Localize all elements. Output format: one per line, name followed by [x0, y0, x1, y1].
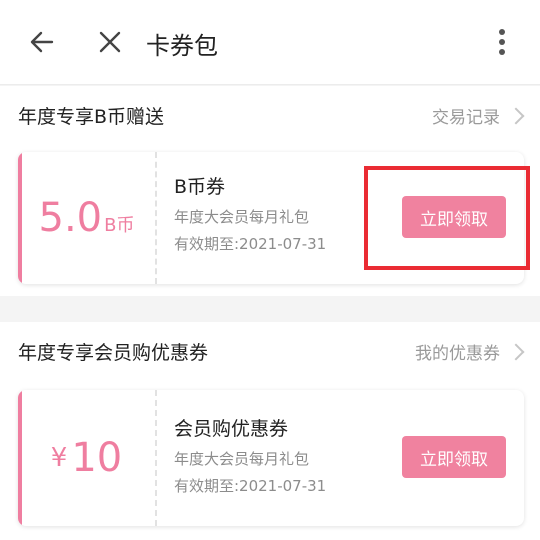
my-coupons-link[interactable]: 我的优惠券: [415, 339, 525, 364]
back-button[interactable]: [22, 22, 62, 62]
more-vertical-icon: [499, 29, 505, 55]
dashed-divider: [155, 152, 157, 284]
chevron-right-icon: [507, 343, 525, 360]
top-bar: 卡券包: [0, 0, 540, 85]
currency-symbol: ¥: [50, 443, 68, 473]
coupon-description: 年度大会员每月礼包: [174, 450, 310, 468]
coupon-amount: ¥ 10: [18, 390, 155, 526]
link-label: 交易记录: [432, 108, 500, 128]
link-label: 我的优惠券: [415, 344, 500, 364]
chevron-right-icon: [507, 107, 525, 124]
section-title: 年度专享B币赠送: [18, 106, 165, 128]
section-member-coupon: 年度专享会员购优惠券 我的优惠券 ¥ 10 会员购优惠券 年度大会员每月礼包 有…: [0, 322, 540, 540]
close-icon: [99, 31, 121, 53]
coupon-info: 会员购优惠券 年度大会员每月礼包 有效期至:2021-07-31: [174, 414, 326, 496]
close-button[interactable]: [90, 22, 130, 62]
coupon-expiry: 有效期至:2021-07-31: [174, 235, 327, 253]
coupon-name: B币券: [174, 176, 226, 198]
transaction-history-link[interactable]: 交易记录: [432, 103, 525, 128]
arrow-left-icon: [30, 31, 54, 53]
coupon-amount: 5.0 B币: [18, 152, 155, 284]
amount-value: 10: [71, 435, 123, 481]
coupon-expiry: 有效期至:2021-07-31: [174, 477, 327, 495]
coupon-description: 年度大会员每月礼包: [174, 208, 310, 226]
dashed-divider: [155, 390, 157, 526]
page-title: 卡券包: [146, 32, 218, 60]
amount-value: 5.0: [38, 195, 103, 241]
amount-unit: B币: [104, 215, 135, 236]
highlight-box: [364, 166, 530, 270]
coupon-card: ¥ 10 会员购优惠券 年度大会员每月礼包 有效期至:2021-07-31 立即…: [18, 390, 524, 526]
coupon-info: B币券 年度大会员每月礼包 有效期至:2021-07-31: [174, 172, 326, 254]
coupon-name: 会员购优惠券: [174, 418, 289, 440]
more-button[interactable]: [482, 22, 522, 62]
claim-button[interactable]: 立即领取: [402, 436, 506, 478]
section-title: 年度专享会员购优惠券: [18, 342, 209, 364]
